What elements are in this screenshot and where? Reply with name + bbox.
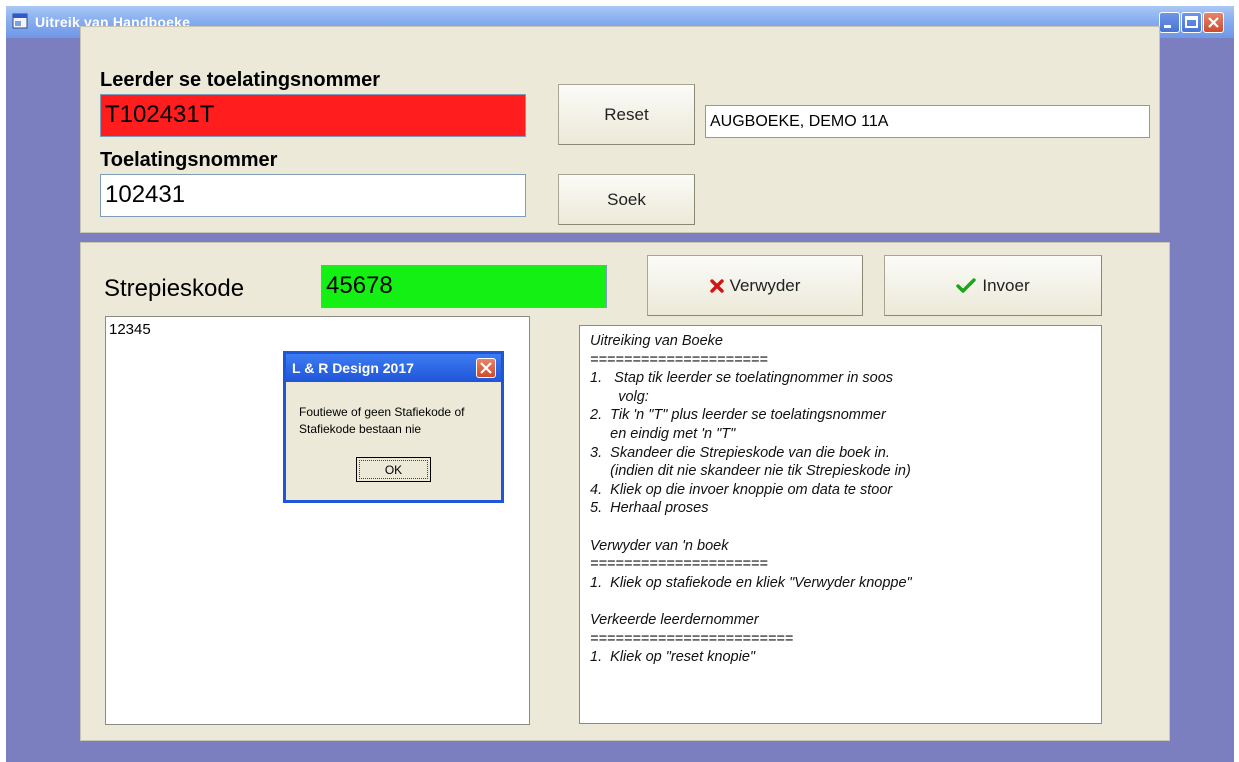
green-check-icon (956, 277, 977, 293)
barcode-panel: Strepieskode 45678 Verwyder Invoer 12345… (80, 242, 1170, 741)
number-input[interactable]: 102431 (100, 174, 526, 217)
barcode-label: Strepieskode (104, 275, 245, 302)
minimize-icon (1164, 25, 1171, 28)
ok-button[interactable]: OK (356, 457, 431, 482)
delete-button[interactable]: Verwyder (647, 255, 863, 316)
dialog-close-button[interactable] (476, 358, 496, 378)
close-icon (480, 362, 492, 374)
maximize-icon (1185, 16, 1198, 28)
close-icon (1208, 17, 1219, 28)
maximize-button[interactable] (1181, 12, 1202, 33)
help-text: Uitreiking van Boeke ===================… (579, 325, 1102, 724)
error-dialog: L & R Design 2017 Foutiewe of geen Stafi… (283, 351, 504, 503)
list-item[interactable]: 12345 (109, 321, 526, 338)
dialog-message: Foutiewe of geen Stafiekode of Stafiekod… (299, 405, 465, 436)
search-label: Soek (607, 189, 646, 209)
ok-label: OK (384, 462, 403, 477)
red-x-icon (709, 278, 724, 293)
reset-button[interactable]: Reset (558, 84, 695, 145)
enter-button[interactable]: Invoer (884, 255, 1102, 316)
learner-panel: Leerder se toelatingsnommer T102431T Toe… (80, 26, 1160, 233)
minimize-button[interactable] (1159, 12, 1180, 33)
app-window: Uitreik van Handboeke Leerder se toelati… (6, 6, 1234, 762)
number-label: Toelatingsnommer (100, 149, 278, 171)
delete-label: Verwyder (729, 275, 801, 295)
dialog-title: L & R Design 2017 (292, 360, 414, 376)
student-name-field: AUGBOEKE, DEMO 11A (705, 105, 1150, 138)
reset-label: Reset (604, 104, 649, 124)
close-button[interactable] (1203, 12, 1224, 33)
admission-input[interactable]: T102431T (100, 94, 526, 137)
app-window-icon (12, 13, 28, 29)
dialog-title-bar[interactable]: L & R Design 2017 (286, 354, 501, 382)
search-button[interactable]: Soek (558, 174, 695, 225)
admission-label: Leerder se toelatingsnommer (100, 69, 381, 91)
barcode-input[interactable]: 45678 (321, 265, 607, 308)
enter-label: Invoer (982, 275, 1030, 295)
